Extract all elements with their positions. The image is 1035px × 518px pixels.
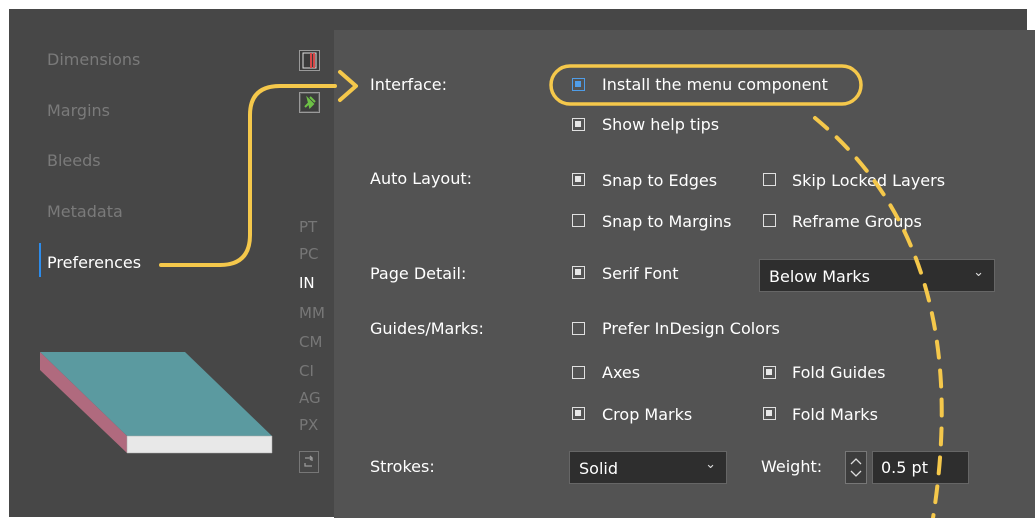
help-tips-label[interactable]: Show help tips — [602, 115, 719, 134]
install-menu-label[interactable]: Install the menu component — [602, 75, 828, 94]
prefer-colors-label[interactable]: Prefer InDesign Colors — [602, 319, 780, 338]
install-menu-checkbox[interactable] — [572, 78, 585, 91]
serif-font-label[interactable]: Serif Font — [602, 264, 679, 283]
snap-margins-label[interactable]: Snap to Margins — [602, 212, 731, 231]
unit-pc[interactable]: PC — [299, 245, 319, 263]
unit-ci[interactable]: CI — [299, 362, 314, 380]
crop-marks-label[interactable]: Crop Marks — [602, 405, 692, 424]
fold-guides-label[interactable]: Fold Guides — [792, 363, 885, 382]
weight-label: Weight: — [761, 457, 823, 476]
bleed-guide-icon[interactable] — [299, 50, 320, 71]
strokes-label: Strokes: — [370, 457, 435, 476]
stroke-style-value: Solid — [579, 459, 618, 478]
page-preview — [40, 352, 273, 454]
weight-input[interactable]: 0.5 pt — [872, 451, 969, 484]
page-detail-dropdown[interactable]: Below Marks ⌄ — [759, 259, 995, 292]
prefer-colors-checkbox[interactable] — [572, 322, 585, 335]
stroke-style-dropdown[interactable]: Solid ⌄ — [569, 451, 727, 484]
crop-marks-checkbox[interactable] — [572, 407, 585, 420]
fold-guides-checkbox[interactable] — [763, 366, 776, 379]
axes-label[interactable]: Axes — [602, 363, 640, 382]
auto-layout-label: Auto Layout: — [370, 169, 473, 188]
unit-mm[interactable]: MM — [299, 304, 325, 322]
chevron-down-icon: ⌄ — [705, 457, 716, 472]
page-detail-label: Page Detail: — [370, 264, 467, 283]
swap-orientation-icon[interactable] — [299, 451, 319, 473]
weight-stepper[interactable] — [845, 451, 867, 484]
help-tips-checkbox[interactable] — [572, 118, 585, 131]
reframe-groups-label[interactable]: Reframe Groups — [792, 212, 922, 231]
unit-ag[interactable]: AG — [299, 389, 321, 407]
fold-marks-checkbox[interactable] — [763, 407, 776, 420]
unit-pt[interactable]: PT — [299, 218, 317, 236]
interface-label: Interface: — [370, 75, 448, 94]
sidebar-item-metadata[interactable]: Metadata — [47, 202, 123, 221]
sidebar-item-margins[interactable]: Margins — [47, 101, 110, 120]
active-indicator — [39, 243, 41, 277]
guides-marks-label: Guides/Marks: — [370, 319, 484, 338]
unit-px[interactable]: PX — [299, 416, 318, 434]
plugin-icon[interactable] — [299, 92, 320, 113]
unit-cm[interactable]: CM — [299, 333, 322, 351]
snap-margins-checkbox[interactable] — [572, 214, 585, 227]
unit-in[interactable]: IN — [299, 274, 315, 292]
reframe-groups-checkbox[interactable] — [763, 214, 776, 227]
weight-value: 0.5 pt — [881, 458, 928, 477]
sidebar-item-bleeds[interactable]: Bleeds — [47, 151, 101, 170]
serif-font-checkbox[interactable] — [572, 266, 585, 279]
page-detail-value: Below Marks — [769, 267, 871, 286]
fold-marks-label[interactable]: Fold Marks — [792, 405, 878, 424]
snap-edges-label[interactable]: Snap to Edges — [602, 171, 717, 190]
axes-checkbox[interactable] — [572, 366, 585, 379]
skip-locked-label[interactable]: Skip Locked Layers — [792, 171, 945, 190]
chevron-down-icon: ⌄ — [973, 265, 984, 280]
sidebar-item-preferences[interactable]: Preferences — [47, 253, 141, 272]
snap-edges-checkbox[interactable] — [572, 173, 585, 186]
skip-locked-checkbox[interactable] — [763, 173, 776, 186]
sidebar-item-dimensions[interactable]: Dimensions — [47, 50, 140, 69]
